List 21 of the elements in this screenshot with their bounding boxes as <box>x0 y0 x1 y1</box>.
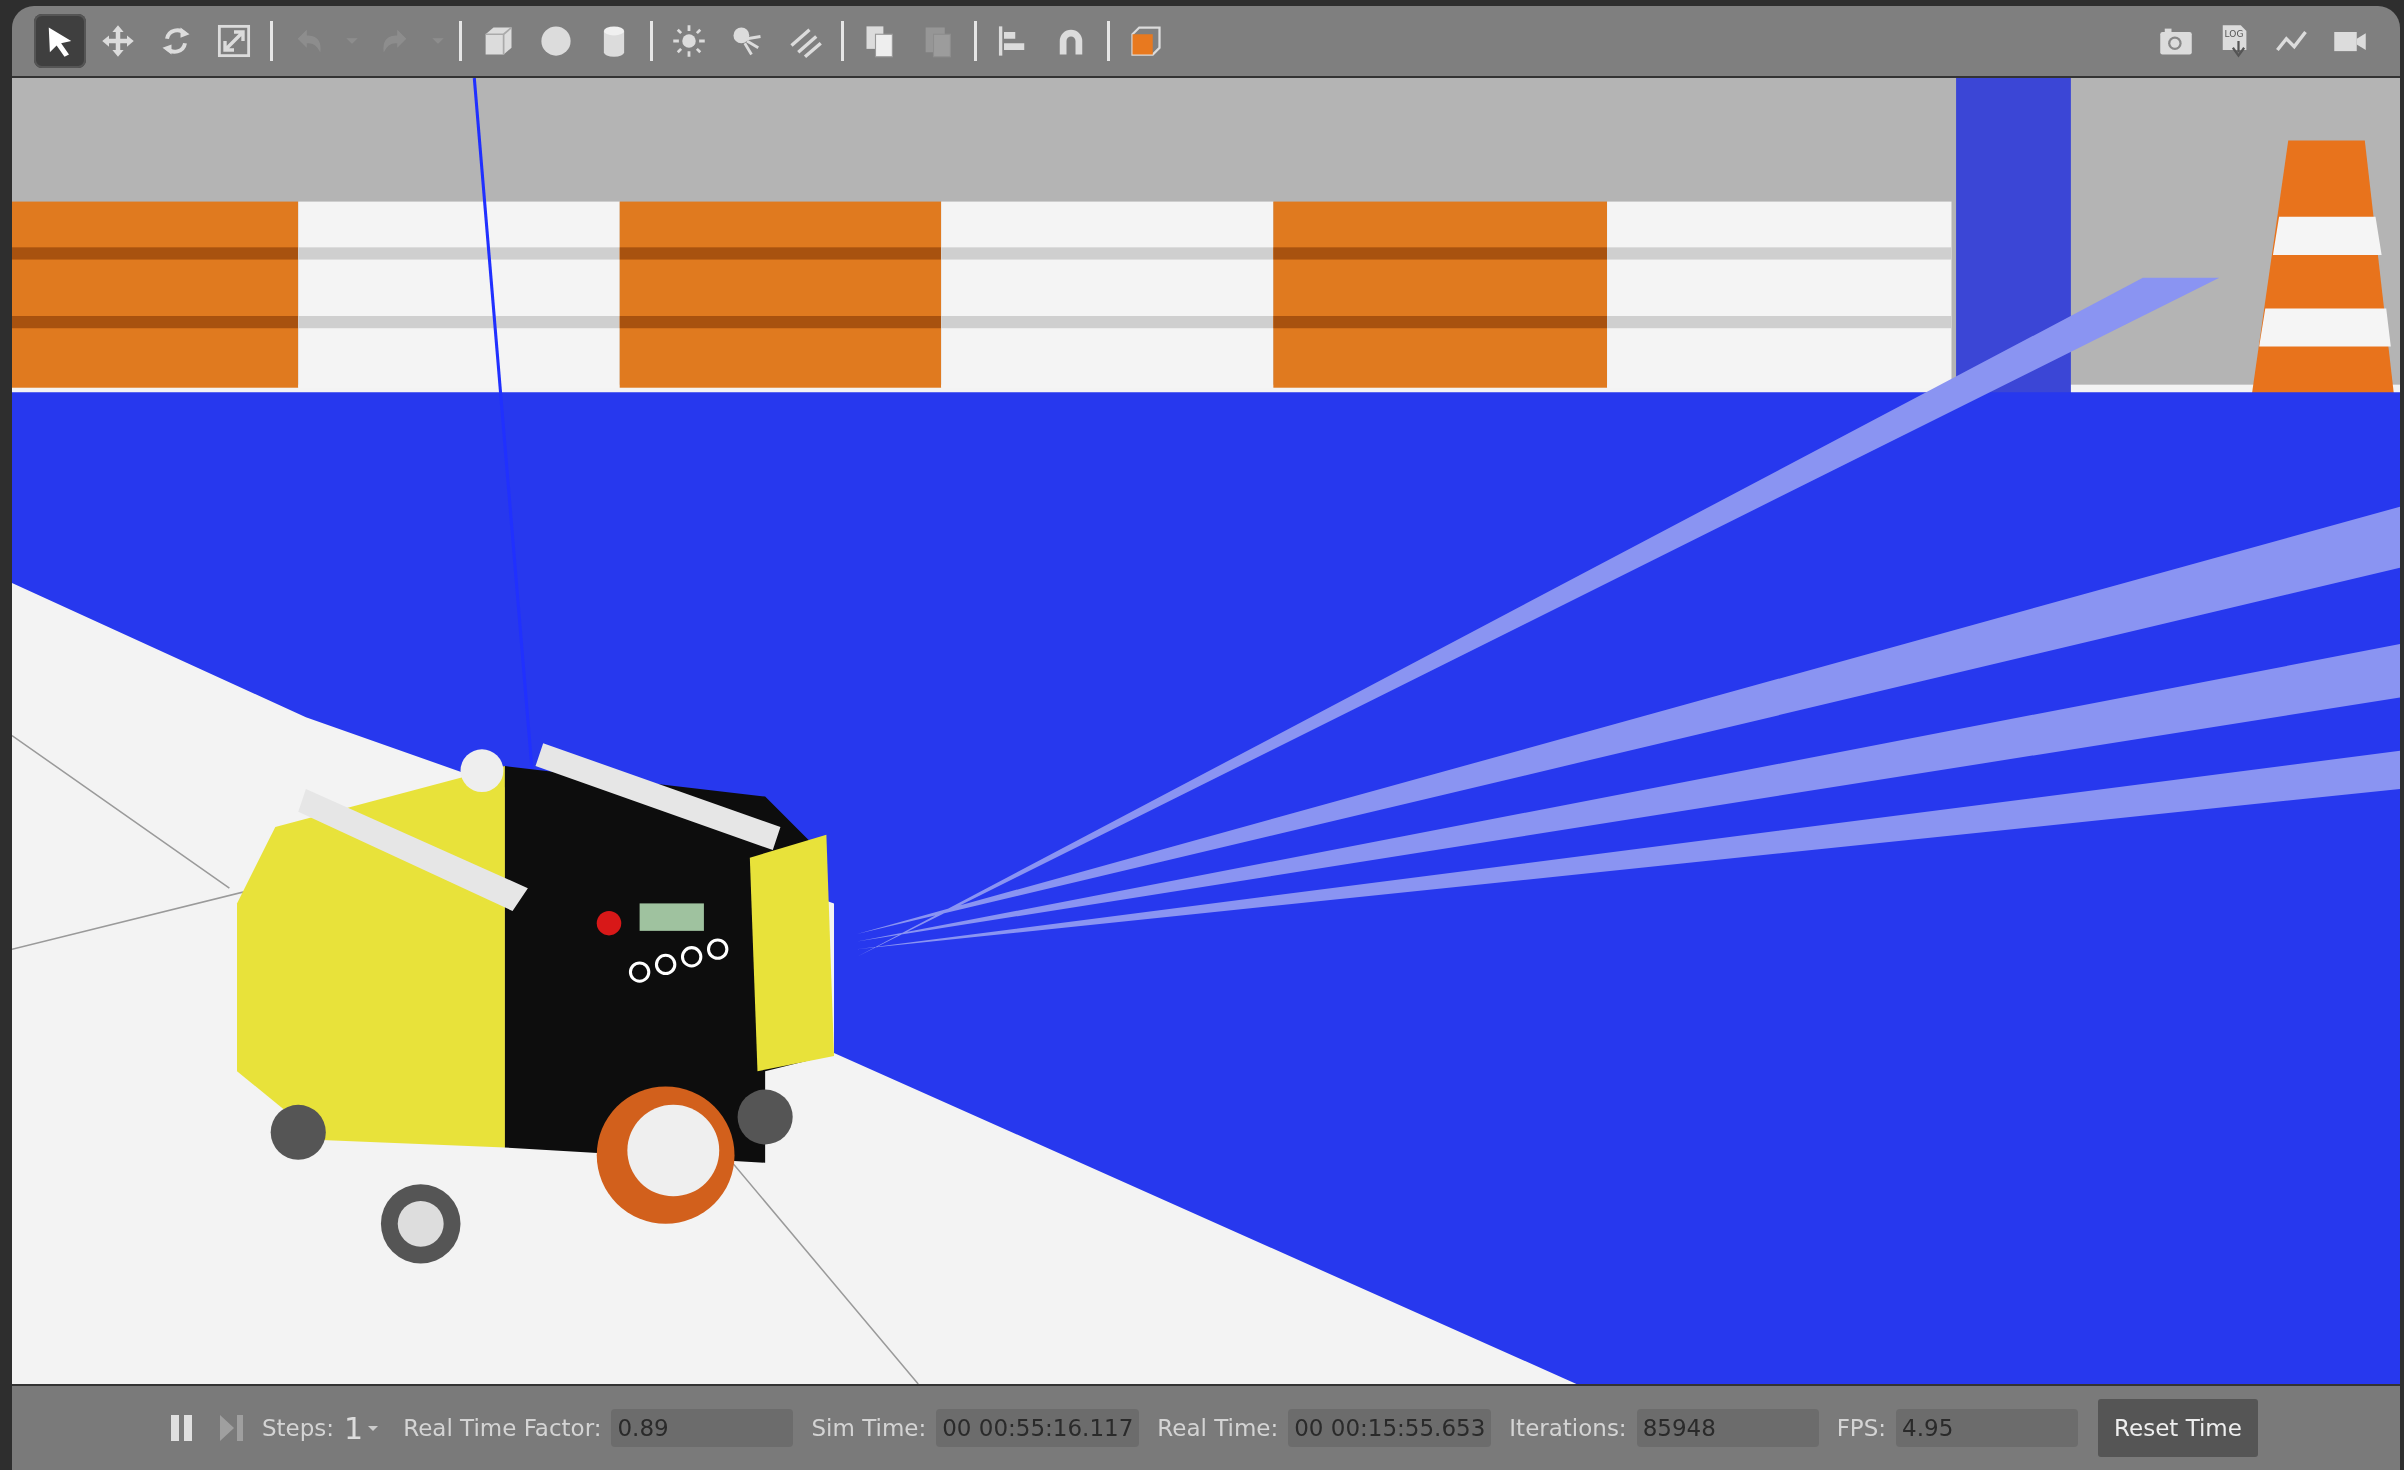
readout-field: 00 00:55:16.117 <box>936 1409 1140 1447</box>
steps-label: Steps: <box>262 1415 335 1441</box>
reset-time-button[interactable]: Reset Time <box>2098 1399 2258 1457</box>
field-label: Real Time: <box>1157 1415 1279 1441</box>
select-tool-button[interactable] <box>34 14 86 68</box>
readout-field: 4.95 <box>1896 1409 2079 1447</box>
field-label: Sim Time: <box>811 1415 927 1441</box>
view-cube-icon <box>1128 23 1164 59</box>
readout-field: 85948 <box>1636 1409 1819 1447</box>
log-tool-button[interactable]: LOG <box>2208 14 2260 68</box>
field-label: Real Time Factor: <box>403 1415 602 1441</box>
readout-field: 00 00:15:55.653 <box>1288 1409 1492 1447</box>
field-label: FPS: <box>1836 1415 1887 1441</box>
caret-icon <box>367 1423 380 1433</box>
sphere-icon <box>538 23 574 59</box>
steps-spinner[interactable]: 1 <box>344 1410 386 1446</box>
sun-icon <box>671 23 707 59</box>
field-label: Iterations: <box>1509 1415 1627 1441</box>
four-way-arrow-icon <box>100 23 136 59</box>
diagonal-arrows-icon <box>216 23 252 59</box>
readout-field: 0.89 <box>611 1409 794 1447</box>
